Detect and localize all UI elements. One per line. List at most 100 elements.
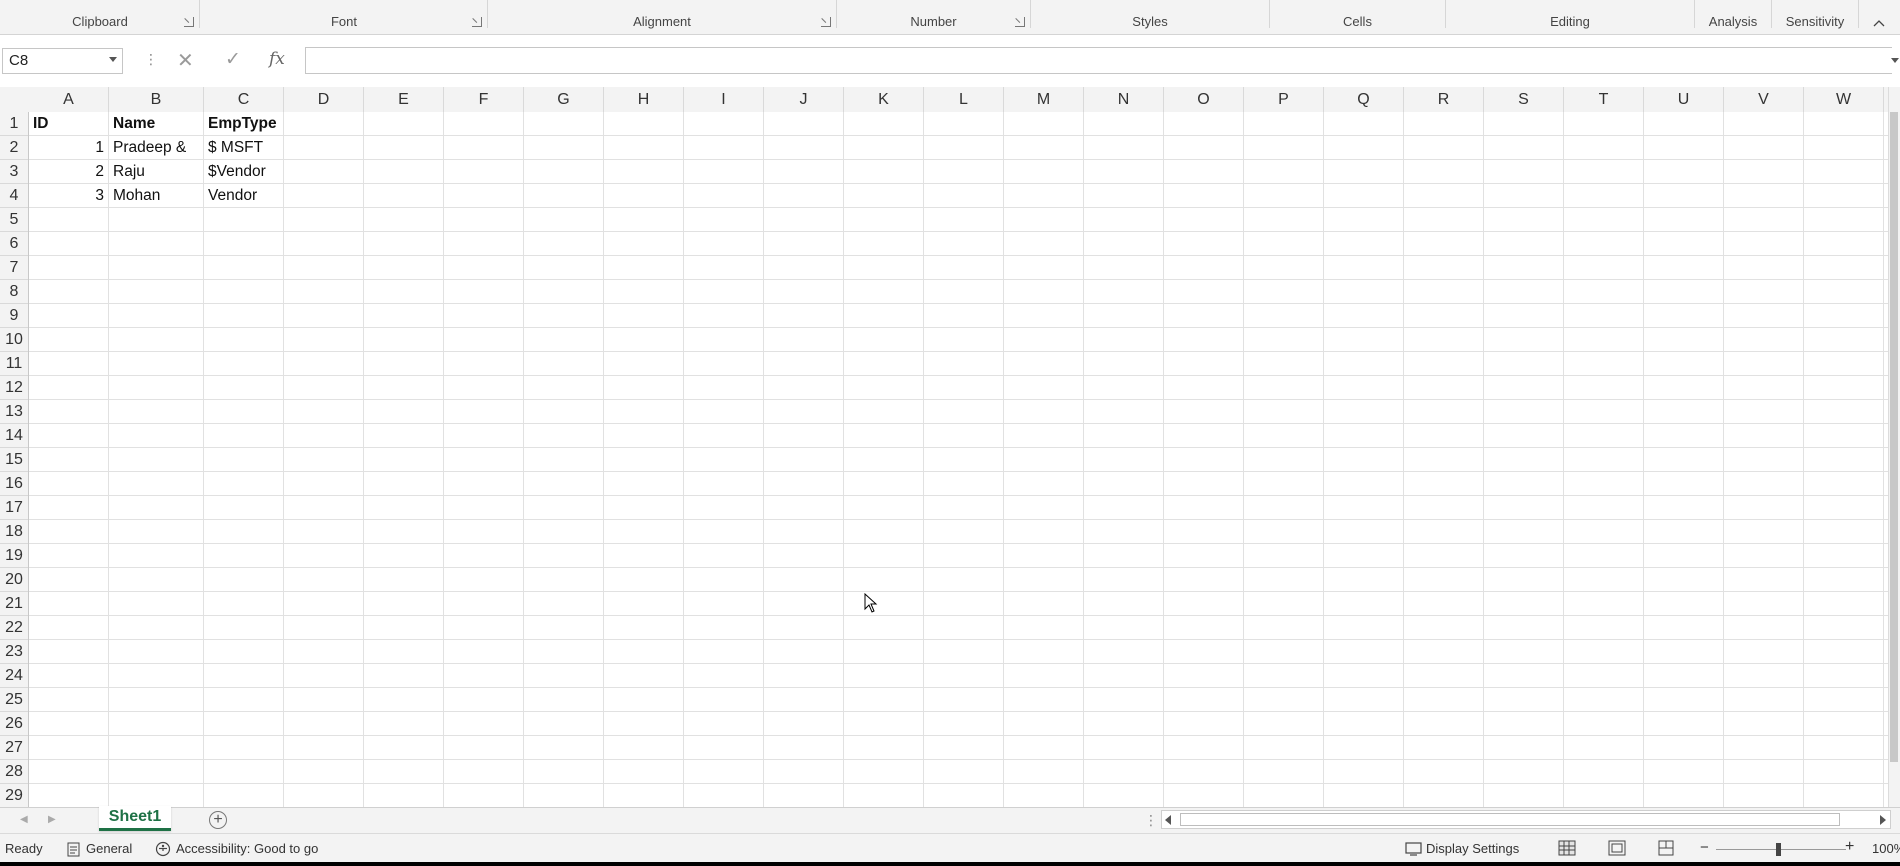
column-header[interactable]: A: [29, 87, 109, 112]
row-header[interactable]: 19: [0, 544, 28, 568]
display-settings-icon[interactable]: [1405, 841, 1423, 857]
expand-formula-bar-icon[interactable]: [1891, 58, 1899, 63]
cell-b2[interactable]: Pradeep &: [109, 136, 203, 160]
row-header[interactable]: 3: [0, 160, 28, 184]
column-header[interactable]: Q: [1324, 87, 1404, 112]
horizontal-scroll-thumb[interactable]: [1180, 813, 1840, 826]
row-header[interactable]: 14: [0, 424, 28, 448]
column-header[interactable]: W: [1804, 87, 1884, 112]
column-header[interactable]: E: [364, 87, 444, 112]
cell-c3[interactable]: $Vendor: [204, 160, 283, 184]
sheet-tab-sheet1[interactable]: Sheet1: [99, 806, 171, 831]
number-launcher-icon[interactable]: [1015, 17, 1025, 27]
name-box[interactable]: C8: [2, 48, 123, 74]
row-header[interactable]: 16: [0, 472, 28, 496]
row-header[interactable]: 28: [0, 760, 28, 784]
row-header[interactable]: 11: [0, 352, 28, 376]
column-header[interactable]: K: [844, 87, 924, 112]
cancel-icon[interactable]: ✕: [177, 48, 194, 73]
name-box-dropdown-icon[interactable]: [109, 57, 117, 62]
page-layout-view-icon[interactable]: [1607, 838, 1627, 858]
row-header[interactable]: 18: [0, 520, 28, 544]
insert-function-icon[interactable]: fx: [269, 49, 285, 69]
font-launcher-icon[interactable]: [472, 17, 482, 27]
alignment-launcher-icon[interactable]: [821, 17, 831, 27]
row-header[interactable]: 17: [0, 496, 28, 520]
row-header[interactable]: 2: [0, 136, 28, 160]
page-break-preview-icon[interactable]: [1656, 838, 1676, 858]
column-header[interactable]: U: [1644, 87, 1724, 112]
cell-a4[interactable]: 3: [29, 184, 108, 208]
row-header[interactable]: 13: [0, 400, 28, 424]
collapse-ribbon-icon[interactable]: [1872, 18, 1886, 28]
row-header[interactable]: 9: [0, 304, 28, 328]
cell-c2[interactable]: $ MSFT: [204, 136, 283, 160]
scroll-left-icon[interactable]: [1165, 815, 1171, 825]
enter-icon[interactable]: ✓: [225, 48, 241, 71]
display-settings-button[interactable]: Display Settings: [1426, 841, 1519, 856]
zoom-out-icon[interactable]: −: [1700, 839, 1709, 856]
accessibility-icon[interactable]: [154, 841, 172, 857]
zoom-slider-thumb[interactable]: [1776, 843, 1781, 856]
column-header[interactable]: H: [604, 87, 684, 112]
column-header[interactable]: C: [204, 87, 284, 112]
column-header[interactable]: L: [924, 87, 1004, 112]
column-header[interactable]: P: [1244, 87, 1324, 112]
cell-c1[interactable]: EmpType: [204, 112, 283, 136]
tab-split-handle-icon[interactable]: ⋮: [1144, 812, 1158, 829]
zoom-level[interactable]: 100%: [1872, 841, 1900, 856]
prev-sheet-icon[interactable]: ◀: [20, 814, 28, 825]
column-header[interactable]: B: [109, 87, 204, 112]
vertical-scroll-thumb[interactable]: [1890, 112, 1898, 762]
row-header[interactable]: 1: [0, 112, 28, 136]
row-header[interactable]: 21: [0, 592, 28, 616]
status-format[interactable]: General: [86, 841, 132, 856]
normal-view-icon[interactable]: [1557, 838, 1577, 858]
formula-bar-grip-icon[interactable]: ⋮: [144, 51, 158, 68]
row-header[interactable]: 29: [0, 784, 28, 808]
cell-a2[interactable]: 1: [29, 136, 108, 160]
cell-a3[interactable]: 2: [29, 160, 108, 184]
formula-input[interactable]: [305, 47, 1892, 74]
column-header[interactable]: I: [684, 87, 764, 112]
zoom-in-icon[interactable]: +: [1845, 838, 1854, 856]
column-header[interactable]: T: [1564, 87, 1644, 112]
status-accessibility[interactable]: Accessibility: Good to go: [176, 841, 318, 856]
row-header[interactable]: 27: [0, 736, 28, 760]
cell-a1[interactable]: ID: [29, 112, 108, 136]
row-header[interactable]: 5: [0, 208, 28, 232]
cell-b1[interactable]: Name: [109, 112, 203, 136]
row-header[interactable]: 12: [0, 376, 28, 400]
cell-c4[interactable]: Vendor: [204, 184, 283, 208]
column-header[interactable]: D: [284, 87, 364, 112]
cell-b3[interactable]: Raju: [109, 160, 203, 184]
row-header[interactable]: 25: [0, 688, 28, 712]
clipboard-launcher-icon[interactable]: [184, 17, 194, 27]
add-sheet-icon[interactable]: +: [209, 811, 227, 829]
column-header[interactable]: F: [444, 87, 524, 112]
scroll-right-icon[interactable]: [1880, 815, 1886, 825]
column-header[interactable]: S: [1484, 87, 1564, 112]
column-header[interactable]: N: [1084, 87, 1164, 112]
row-header[interactable]: 23: [0, 640, 28, 664]
cell-b4[interactable]: Mohan: [109, 184, 203, 208]
row-header[interactable]: 20: [0, 568, 28, 592]
row-header[interactable]: 8: [0, 280, 28, 304]
row-header[interactable]: 26: [0, 712, 28, 736]
row-header[interactable]: 24: [0, 664, 28, 688]
column-header[interactable]: O: [1164, 87, 1244, 112]
row-header[interactable]: 10: [0, 328, 28, 352]
column-header[interactable]: J: [764, 87, 844, 112]
row-header[interactable]: 6: [0, 232, 28, 256]
zoom-slider[interactable]: [1716, 849, 1846, 850]
row-header[interactable]: 22: [0, 616, 28, 640]
row-header[interactable]: 7: [0, 256, 28, 280]
column-header[interactable]: M: [1004, 87, 1084, 112]
column-header[interactable]: R: [1404, 87, 1484, 112]
column-header[interactable]: G: [524, 87, 604, 112]
column-header[interactable]: V: [1724, 87, 1804, 112]
next-sheet-icon[interactable]: ▶: [48, 814, 56, 825]
cell-grid[interactable]: ID Name EmpType 1 Pradeep & $ MSFT 2 Raj…: [29, 112, 1888, 807]
row-header[interactable]: 15: [0, 448, 28, 472]
row-header[interactable]: 4: [0, 184, 28, 208]
